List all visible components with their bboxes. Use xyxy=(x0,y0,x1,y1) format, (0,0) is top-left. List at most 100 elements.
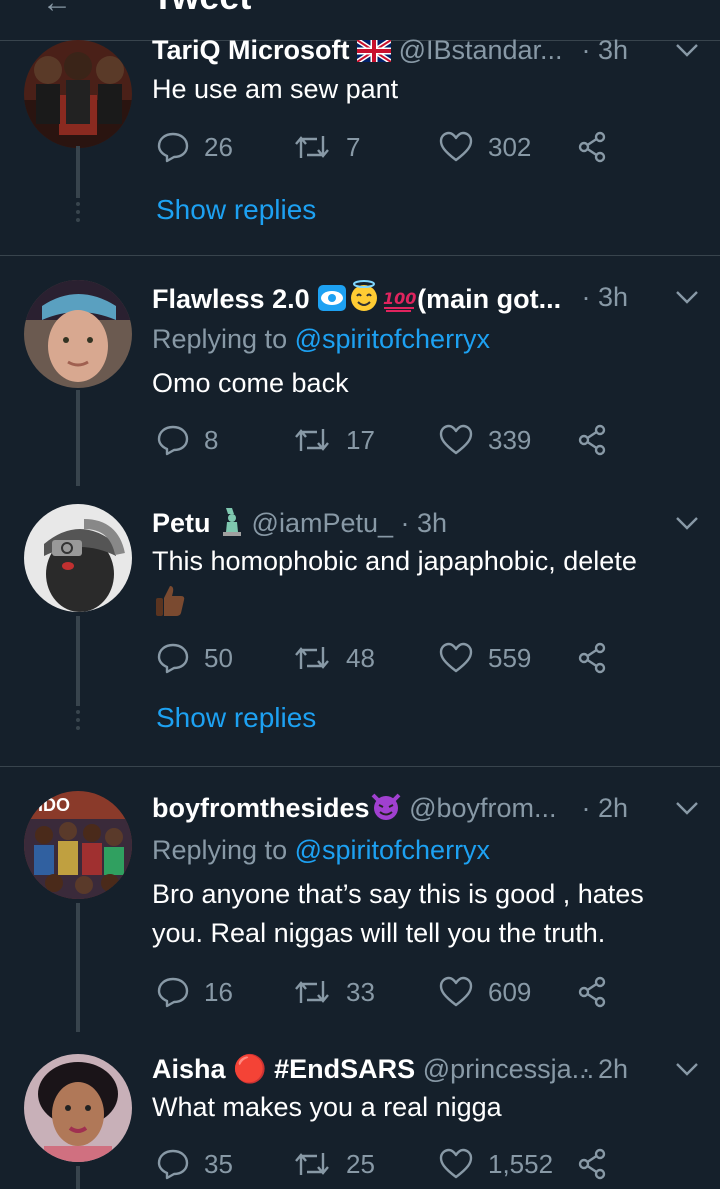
timestamp: · 3h xyxy=(400,508,448,538)
reply-button[interactable]: 26 xyxy=(156,127,233,167)
tweet-actions: 16 33 609 xyxy=(152,972,622,1012)
like-icon xyxy=(439,1148,473,1179)
timestamp: · 3h xyxy=(581,35,628,65)
avatar[interactable]: VIDO xyxy=(24,791,132,899)
tweet-petu[interactable]: Petu @iamPetu_ · 3h This homophobic and … xyxy=(0,486,720,766)
avatar[interactable] xyxy=(24,1054,132,1162)
like-icon xyxy=(439,976,473,1007)
like-count: 609 xyxy=(488,976,532,1007)
reply-icon xyxy=(157,1149,189,1180)
tweet-text: He use am sew pant xyxy=(152,74,399,104)
retweet-button[interactable]: 7 xyxy=(292,127,360,167)
display-name[interactable]: Flawless 2.0 xyxy=(152,284,310,314)
devil-emoji-icon xyxy=(371,793,400,820)
handle[interactable]: @IBstandar... xyxy=(399,35,563,65)
like-count: 1,552 xyxy=(488,1148,554,1179)
replying-to-handle[interactable]: @spiritofcherryx xyxy=(295,324,490,354)
replying-to-label: Replying to xyxy=(152,835,288,865)
like-icon xyxy=(439,131,473,162)
like-icon xyxy=(439,424,473,455)
avatar-text: VIDO xyxy=(26,795,70,815)
caret-down-icon[interactable] xyxy=(674,510,700,536)
tweet-text: Bro anyone that’s say this is good , hat… xyxy=(152,879,644,948)
share-button[interactable] xyxy=(576,127,624,167)
thumbs-up-icon xyxy=(156,586,185,616)
avatar[interactable] xyxy=(24,40,132,148)
tweet-actions: 35 25 1,552 xyxy=(152,1144,622,1184)
share-button[interactable] xyxy=(576,972,624,1012)
reply-count: 16 xyxy=(204,976,233,1007)
display-name[interactable]: Aisha 🔴 #EndSARS xyxy=(152,1054,415,1084)
avatar[interactable] xyxy=(24,504,132,612)
replying-to: Replying to @spiritofcherryx xyxy=(152,322,490,356)
handle[interactable]: @boyfrom... xyxy=(409,793,556,823)
show-replies-link[interactable]: Show replies xyxy=(156,194,316,226)
replying-to-handle[interactable]: @spiritofcherryx xyxy=(295,835,490,865)
tweet-tariq[interactable]: TariQ Microsoft @IBstandar... · 3h He us… xyxy=(0,35,720,255)
reply-icon xyxy=(157,643,189,674)
hundred-emoji-icon: 100 xyxy=(383,289,417,312)
uk-flag-icon xyxy=(357,40,392,62)
tweet-boyfromthesides[interactable]: VIDO boyfromthesides @boyfrom... · 2h Re… xyxy=(0,767,720,1032)
svg-text:100: 100 xyxy=(383,289,416,308)
thread-line xyxy=(76,903,80,1032)
handle[interactable]: @princessja... xyxy=(423,1054,594,1084)
tweet-header: Aisha 🔴 #EndSARS @princessja... · 2h xyxy=(152,1052,700,1086)
retweet-button[interactable]: 48 xyxy=(292,638,375,678)
retweet-icon xyxy=(295,981,329,1003)
caret-down-icon[interactable] xyxy=(674,284,700,310)
share-icon xyxy=(578,131,606,163)
share-icon xyxy=(578,1148,606,1180)
reply-count: 8 xyxy=(204,424,219,455)
display-name[interactable]: Petu xyxy=(152,508,211,538)
share-button[interactable] xyxy=(576,1144,624,1184)
retweet-count: 25 xyxy=(346,1148,375,1179)
like-button[interactable]: 1,552 xyxy=(438,1144,553,1184)
tweet-actions: 50 48 559 xyxy=(152,638,622,678)
retweet-count: 7 xyxy=(346,131,361,162)
like-count: 339 xyxy=(488,424,532,455)
reply-button[interactable]: 35 xyxy=(156,1144,233,1184)
timestamp: · 3h xyxy=(581,282,628,312)
like-button[interactable]: 559 xyxy=(438,638,531,678)
caret-down-icon[interactable] xyxy=(674,1056,700,1082)
avatar[interactable] xyxy=(24,280,132,388)
thread-line xyxy=(76,616,80,706)
share-button[interactable] xyxy=(576,638,624,678)
tweet-header: TariQ Microsoft @IBstandar... · 3h xyxy=(152,33,700,67)
caret-down-icon[interactable] xyxy=(674,37,700,63)
tweet-text: This homophobic and japaphobic, delete xyxy=(152,546,637,576)
reply-count: 50 xyxy=(204,642,233,673)
timestamp: · 2h xyxy=(581,1054,628,1084)
back-arrow-icon[interactable]: ← xyxy=(42,0,72,20)
retweet-button[interactable]: 25 xyxy=(292,1144,375,1184)
caret-down-icon[interactable] xyxy=(674,795,700,821)
retweet-icon xyxy=(295,429,329,451)
share-button[interactable] xyxy=(576,420,624,460)
reply-icon xyxy=(157,132,189,163)
tweet-header: boyfromthesides @boyfrom... · 2h xyxy=(152,791,700,825)
show-replies-link[interactable]: Show replies xyxy=(156,702,316,734)
like-button[interactable]: 339 xyxy=(438,420,531,460)
retweet-button[interactable]: 17 xyxy=(292,420,375,460)
page-title: Tweet xyxy=(152,0,251,18)
statue-of-liberty-icon xyxy=(223,508,242,536)
display-name-suffix[interactable]: (main got... xyxy=(417,284,561,314)
share-icon xyxy=(578,424,606,456)
reply-button[interactable]: 8 xyxy=(156,420,218,460)
reply-button[interactable]: 50 xyxy=(156,638,233,678)
like-button[interactable]: 302 xyxy=(438,127,531,167)
retweet-count: 48 xyxy=(346,642,375,673)
display-name[interactable]: boyfromthesides xyxy=(152,793,370,823)
like-button[interactable]: 609 xyxy=(438,972,531,1012)
replying-to-label: Replying to xyxy=(152,324,288,354)
halo-emoji-icon xyxy=(351,280,378,311)
tweet-flawless[interactable]: Flawless 2.0 100 (main got... · 3h Replyi… xyxy=(0,256,720,486)
display-name[interactable]: TariQ Microsoft xyxy=(152,35,350,65)
tweet-aisha[interactable]: Aisha 🔴 #EndSARS @princessja... · 2h Wha… xyxy=(0,1032,720,1189)
share-icon xyxy=(578,976,606,1008)
retweet-button[interactable]: 33 xyxy=(292,972,375,1012)
reply-count: 26 xyxy=(204,131,233,162)
reply-button[interactable]: 16 xyxy=(156,972,233,1012)
handle[interactable]: @iamPetu_ xyxy=(252,508,393,538)
